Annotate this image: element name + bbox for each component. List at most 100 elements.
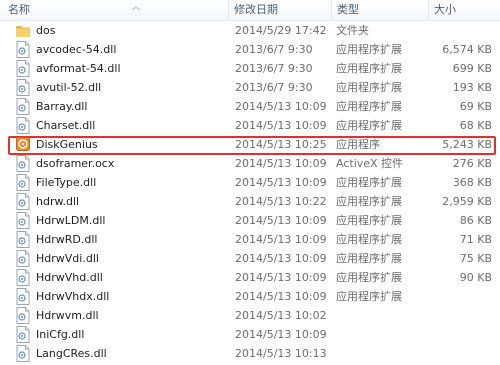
file-size (400, 325, 492, 344)
column-header-size[interactable]: 大小 (428, 0, 500, 20)
file-type: ActiveX 控件 (336, 157, 404, 170)
file-row[interactable]: dsoframer.ocx 2014/5/13 10:09 ActiveX 控件 27… (0, 154, 500, 173)
file-modified-date: 2014/5/29 17:42 (235, 24, 327, 37)
file-name: LangCRes.dll (36, 347, 107, 360)
dll-file-icon (16, 231, 30, 248)
file-row[interactable]: HdrwVhdx.dll 2014/5/13 10:09 应用程序扩展 (0, 287, 500, 306)
file-row[interactable]: HdrwRD.dll 2014/5/13 10:09 应用程序扩展 71 KB (0, 230, 500, 249)
file-type: 应用程序扩展 (336, 43, 402, 56)
file-name: HdrwVhd.dll (36, 271, 103, 284)
file-name: avutil-52.dll (36, 81, 102, 94)
column-header-date[interactable]: 修改日期 (228, 0, 331, 20)
file-size (400, 21, 492, 40)
dll-file-icon (16, 174, 30, 191)
file-modified-date: 2014/5/13 10:22 (235, 195, 327, 208)
file-row[interactable]: dos 2014/5/29 17:42 文件夹 (0, 21, 500, 40)
file-size (400, 306, 492, 325)
file-name: IniCfg.dll (36, 328, 85, 341)
file-row[interactable]: HdrwLDM.dll 2014/5/13 10:09 应用程序扩展 86 KB (0, 211, 500, 230)
file-name: dos (36, 24, 56, 37)
file-size (400, 344, 492, 363)
file-modified-date: 2014/5/13 10:09 (235, 214, 327, 227)
file-modified-date: 2014/5/13 10:09 (235, 157, 327, 170)
dll-file-icon (16, 155, 30, 172)
file-row[interactable]: avformat-54.dll 2013/6/7 9:30 应用程序扩展 699 KB (0, 59, 500, 78)
dll-file-icon (16, 79, 30, 96)
file-size: 2,959 KB (442, 195, 492, 208)
file-row[interactable]: LangCRes.dll 2014/5/13 10:13 (0, 344, 500, 363)
file-name: avformat-54.dll (36, 62, 121, 75)
file-name: Charset.dll (36, 119, 96, 132)
file-row[interactable]: avutil-52.dll 2013/6/7 9:30 应用程序扩展 193 KB (0, 78, 500, 97)
file-row[interactable]: HdrwVdi.dll 2014/5/13 10:09 应用程序扩展 75 KB (0, 249, 500, 268)
file-type: 应用程序扩展 (336, 271, 402, 284)
dll-file-icon (16, 307, 30, 324)
file-name: HdrwRD.dll (36, 233, 98, 246)
file-modified-date: 2013/6/7 9:30 (235, 62, 313, 75)
file-name: FileType.dll (36, 176, 97, 189)
file-modified-date: 2014/5/13 10:09 (235, 290, 327, 303)
file-type: 应用程序扩展 (336, 290, 402, 303)
file-name: Barray.dll (36, 100, 88, 113)
file-size: 69 KB (459, 100, 492, 113)
file-size: 75 KB (459, 252, 492, 265)
file-type: 应用程序扩展 (336, 176, 402, 189)
file-name: HdrwVhdx.dll (36, 290, 110, 303)
file-name: DiskGenius (36, 138, 98, 151)
file-row[interactable]: Hdrwvm.dll 2014/5/13 10:02 (0, 306, 500, 325)
file-modified-date: 2013/6/7 9:30 (235, 81, 313, 94)
file-row[interactable]: FileType.dll 2014/5/13 10:09 应用程序扩展 368 KB (0, 173, 500, 192)
diskgenius-app-icon (16, 136, 30, 153)
file-row[interactable]: hdrw.dll 2014/5/13 10:22 应用程序扩展 2,959 KB (0, 192, 500, 211)
sort-ascending-icon: ︿ (132, 2, 140, 11)
file-row-diskgenius[interactable]: DiskGenius 2014/5/13 10:25 应用程序 5,243 KB (0, 135, 500, 155)
file-name: HdrwVdi.dll (36, 252, 99, 265)
file-type: 应用程序扩展 (336, 100, 402, 113)
file-type: 应用程序 (336, 138, 380, 151)
file-type: 应用程序扩展 (336, 195, 402, 208)
file-modified-date: 2014/5/13 10:25 (235, 138, 327, 151)
file-modified-date: 2014/5/13 10:13 (235, 347, 327, 360)
file-modified-date: 2014/5/13 10:02 (235, 309, 327, 322)
file-row[interactable]: Barray.dll 2014/5/13 10:09 应用程序扩展 69 KB (0, 97, 500, 116)
dll-file-icon (16, 326, 30, 343)
folder-icon (16, 22, 30, 39)
file-type: 应用程序扩展 (336, 62, 402, 75)
dll-file-icon (16, 345, 30, 362)
file-type: 应用程序扩展 (336, 214, 402, 227)
file-size: 71 KB (459, 233, 492, 246)
dll-file-icon (16, 250, 30, 267)
file-modified-date: 2014/5/13 10:09 (235, 119, 327, 132)
file-row[interactable]: IniCfg.dll 2014/5/13 10:09 (0, 325, 500, 344)
file-modified-date: 2013/6/7 9:30 (235, 43, 313, 56)
file-name: Hdrwvm.dll (36, 309, 99, 322)
file-type: 文件夹 (336, 24, 369, 37)
file-modified-date: 2014/5/13 10:09 (235, 328, 327, 341)
file-size: 86 KB (459, 214, 492, 227)
column-header-name[interactable]: 名称 (2, 0, 228, 20)
file-name: dsoframer.ocx (36, 157, 115, 170)
dll-file-icon (16, 98, 30, 115)
file-type: 应用程序扩展 (336, 119, 402, 132)
file-size: 699 KB (452, 62, 492, 75)
dll-file-icon (16, 193, 30, 210)
file-size: 276 KB (452, 157, 492, 170)
file-name: avcodec-54.dll (36, 43, 117, 56)
dll-file-icon (16, 212, 30, 229)
file-row[interactable]: HdrwVhd.dll 2014/5/13 10:09 应用程序扩展 90 KB (0, 268, 500, 287)
file-row[interactable]: Charset.dll 2014/5/13 10:09 应用程序扩展 68 KB (0, 116, 500, 135)
file-size: 368 KB (452, 176, 492, 189)
dll-file-icon (16, 288, 30, 305)
dll-file-icon (16, 269, 30, 286)
file-modified-date: 2014/5/13 10:09 (235, 233, 327, 246)
dll-file-icon (16, 60, 30, 77)
file-modified-date: 2014/5/13 10:09 (235, 176, 327, 189)
file-type: 应用程序扩展 (336, 81, 402, 94)
column-header-type[interactable]: 类型 (331, 0, 428, 20)
file-size: 5,243 KB (442, 138, 492, 151)
dll-file-icon (16, 41, 30, 58)
file-row[interactable]: avcodec-54.dll 2013/6/7 9:30 应用程序扩展 6,574 K… (0, 40, 500, 59)
file-modified-date: 2014/5/13 10:09 (235, 100, 327, 113)
file-modified-date: 2014/5/13 10:09 (235, 271, 327, 284)
dll-file-icon (16, 117, 30, 134)
